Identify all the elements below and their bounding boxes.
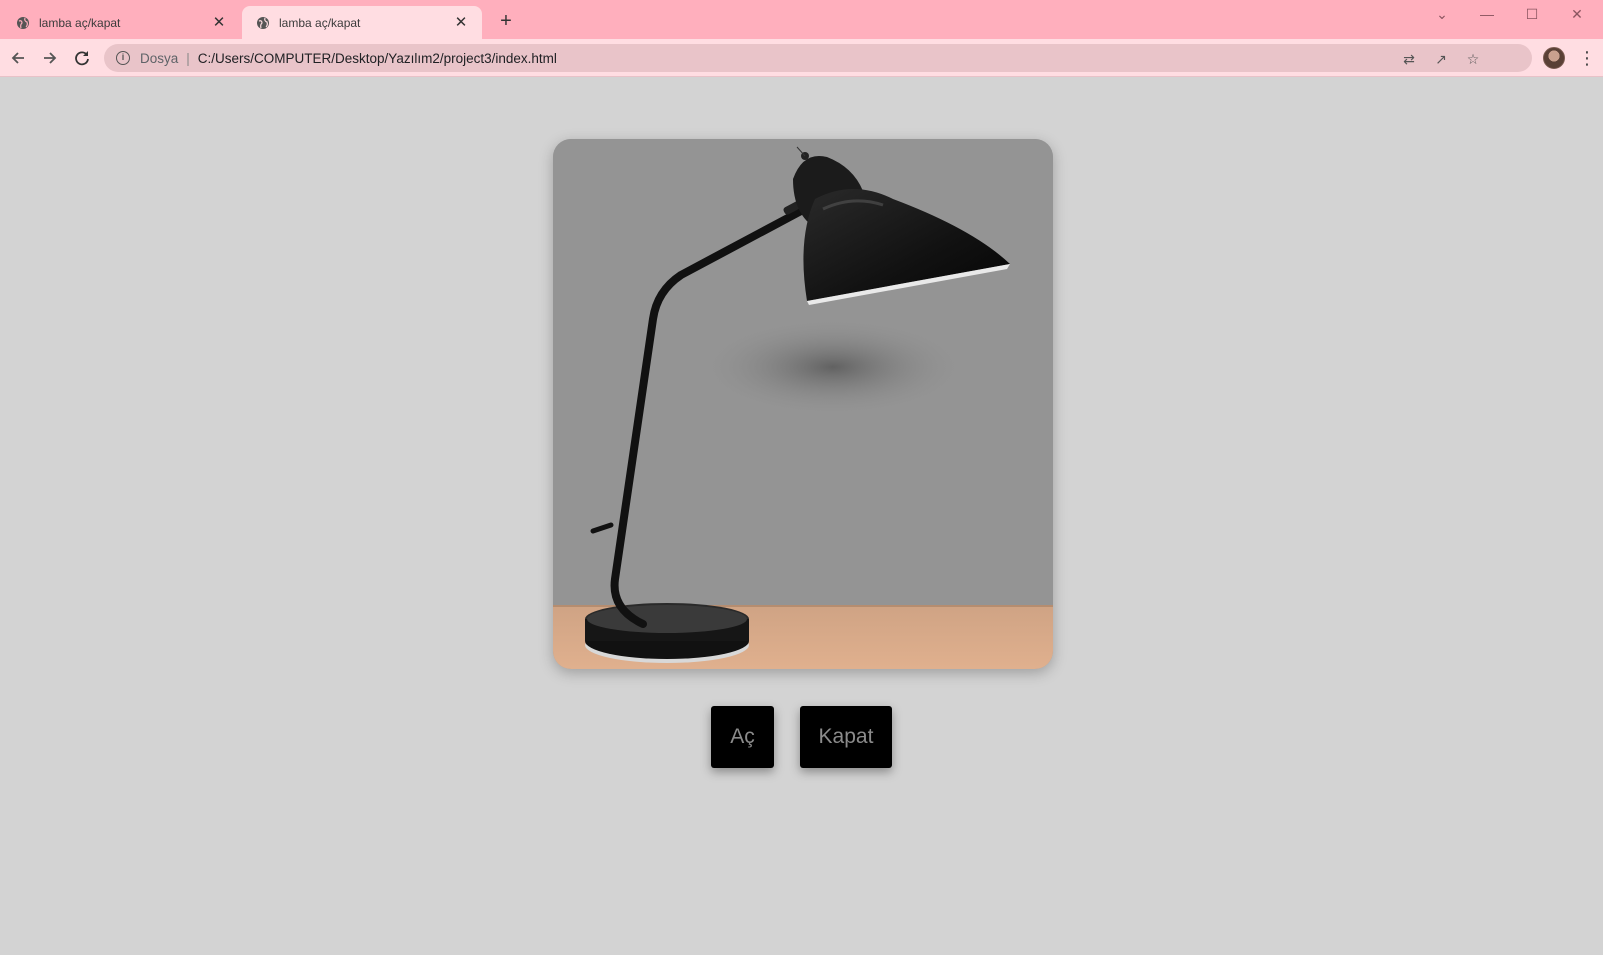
forward-button[interactable] [39, 47, 61, 69]
arrow-right-icon [44, 52, 57, 64]
tab-active[interactable]: lamba aç/kapat ✕ [242, 6, 482, 39]
reload-icon [75, 51, 89, 66]
lamp-image [553, 139, 1053, 669]
tab-title: lamba aç/kapat [39, 15, 121, 30]
address-divider: | [186, 50, 190, 66]
globe-icon [17, 16, 29, 29]
site-info-icon[interactable]: i [116, 51, 130, 65]
translate-icon[interactable]: ⇄ [1400, 50, 1418, 68]
new-tab-button[interactable]: + [496, 11, 516, 31]
more-vertical-icon[interactable]: ⋮ [1578, 47, 1596, 69]
browser-toolbar: i Dosya | C:/Users/COMPUTER/Desktop/Yazı… [0, 39, 1603, 77]
turn-off-button[interactable]: Kapat [800, 706, 892, 768]
share-icon[interactable]: ↗ [1432, 50, 1450, 68]
turn-on-button[interactable]: Aç [711, 706, 774, 768]
minimize-icon[interactable]: — [1477, 4, 1497, 24]
tab-search-chevron-icon[interactable]: ⌄ [1432, 4, 1452, 24]
close-tab-icon[interactable]: ✕ [210, 14, 228, 32]
browser-titlebar: lamba aç/kapat ✕ lamba aç/kapat ✕ + ⌄ — … [0, 0, 1603, 39]
tab-inactive[interactable]: lamba aç/kapat ✕ [0, 6, 240, 39]
reload-button[interactable] [71, 47, 93, 69]
star-icon[interactable]: ☆ [1464, 50, 1482, 68]
arrow-left-icon [11, 52, 24, 64]
back-button[interactable] [7, 47, 29, 69]
url-text[interactable]: C:/Users/COMPUTER/Desktop/Yazılım2/proje… [198, 51, 557, 66]
profile-avatar[interactable] [1543, 47, 1565, 69]
tab-title: lamba aç/kapat [279, 15, 361, 30]
window-close-icon[interactable]: ✕ [1567, 4, 1587, 24]
scheme-label: Dosya [140, 50, 179, 66]
globe-icon [257, 16, 269, 29]
maximize-icon[interactable]: ☐ [1522, 4, 1542, 24]
address-bar[interactable]: i Dosya | C:/Users/COMPUTER/Desktop/Yazı… [104, 44, 1532, 72]
close-tab-icon[interactable]: ✕ [452, 14, 470, 32]
